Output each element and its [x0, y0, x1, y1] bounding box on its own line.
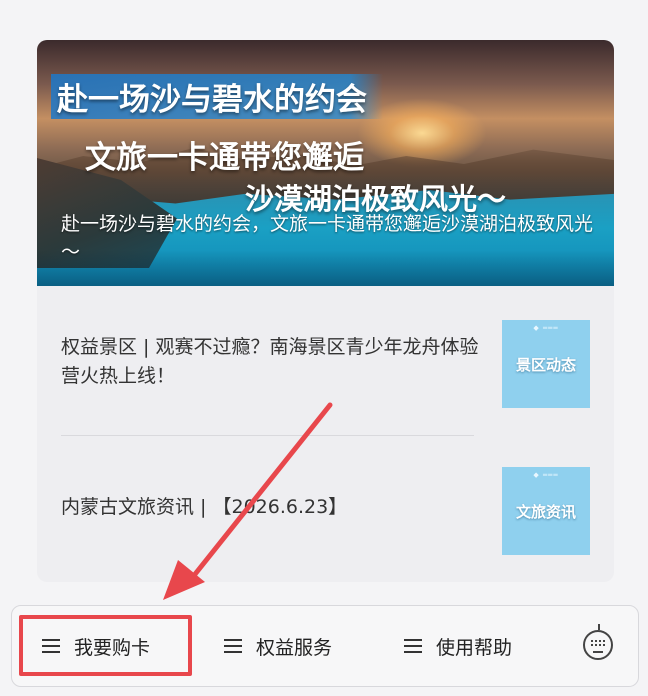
thumb-label: 文旅资讯 — [515, 502, 576, 521]
keyboard-icon[interactable] — [583, 624, 613, 660]
article-card: 赴一场沙与碧水的约会 文旅一卡通带您邂逅 沙漠湖泊极致风光～ 赴一场沙与碧水的约… — [37, 40, 614, 582]
menu-benefit-services-label: 权益服务 — [256, 636, 333, 659]
hero-banner[interactable]: 赴一场沙与碧水的约会 文旅一卡通带您邂逅 沙漠湖泊极致风光～ 赴一场沙与碧水的约… — [37, 40, 614, 286]
thumb-label: 景区动态 — [515, 355, 576, 374]
hamburger-icon — [404, 639, 422, 653]
news-thumbnail[interactable]: ◆ ═══ 景区动态 — [502, 320, 590, 408]
hero-headline-1: 赴一场沙与碧水的约会 — [51, 74, 383, 119]
news-thumbnail[interactable]: ◆ ═══ 文旅资讯 — [502, 467, 590, 555]
hamburger-icon — [42, 639, 60, 653]
page: 赴一场沙与碧水的约会 文旅一卡通带您邂逅 沙漠湖泊极致风光～ 赴一场沙与碧水的约… — [0, 0, 648, 696]
menu-buy-card[interactable]: 我要购卡 — [22, 618, 195, 674]
hero-caption: 赴一场沙与碧水的约会，文旅一卡通带您邂逅沙漠湖泊极致风光～ — [61, 213, 594, 263]
thumb-watermark: ◆ ═══ — [533, 471, 559, 479]
menu-buy-card-label: 我要购卡 — [74, 636, 151, 659]
thumb-watermark: ◆ ═══ — [533, 324, 559, 332]
news-title[interactable]: 内蒙古文旅资讯 | 【2026.6.23】 — [61, 493, 481, 522]
hero-headline-2: 文旅一卡通带您邂逅 — [85, 140, 364, 176]
news-title[interactable]: 权益景区 | 观赛不过瘾？南海景区青少年龙舟体验营火热上线！ — [61, 333, 481, 391]
hamburger-icon — [224, 639, 242, 653]
menu-usage-help-label: 使用帮助 — [436, 636, 513, 659]
menu-usage-help[interactable]: 使用帮助 — [404, 618, 512, 674]
news-divider — [61, 435, 474, 436]
bottom-menu-bar: 我要购卡 权益服务 使用帮助 — [11, 605, 639, 687]
menu-benefit-services[interactable]: 权益服务 — [224, 618, 332, 674]
